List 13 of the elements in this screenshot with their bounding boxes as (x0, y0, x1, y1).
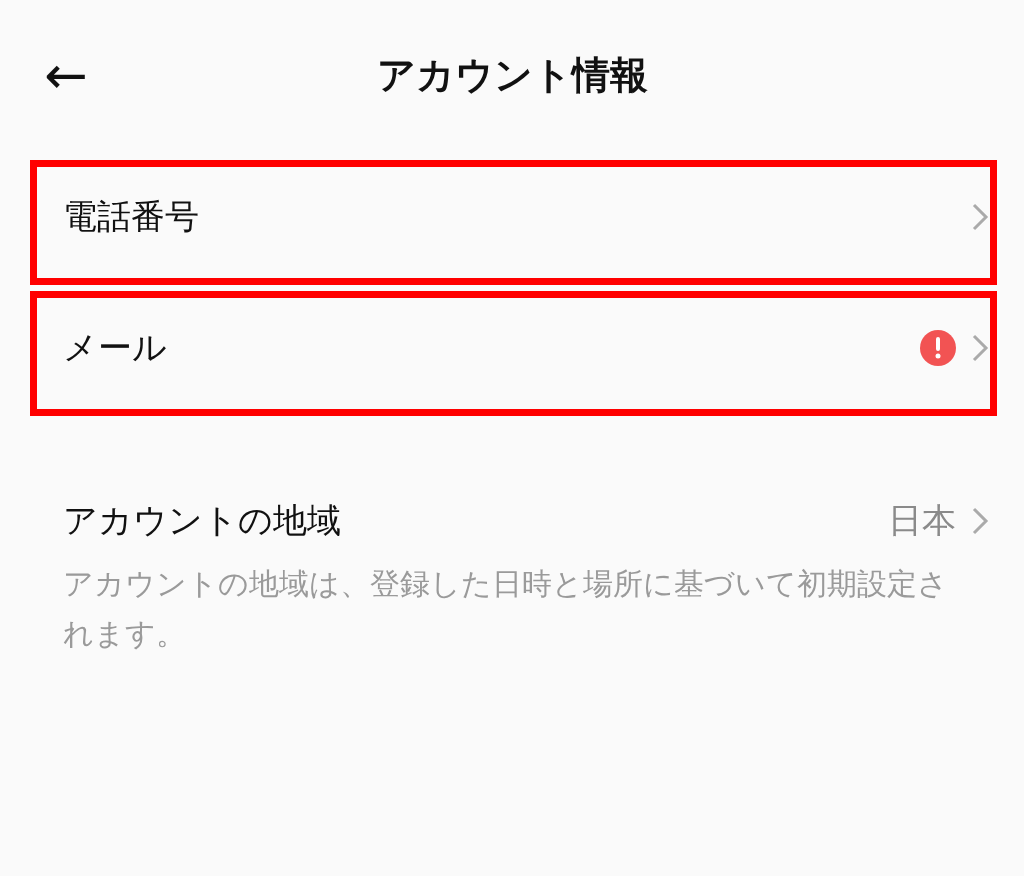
chevron-icon (970, 201, 990, 233)
row-label: アカウントの地域 (63, 499, 342, 542)
settings-row[interactable]: メール (30, 291, 997, 416)
chevron-icon (970, 505, 990, 537)
row-label: 電話番号 (63, 195, 200, 238)
settings-row[interactable]: アカウントの地域 日本 アカウントの地域は、登録した日時と場所に基づいて初期設定されます。 (30, 422, 997, 666)
row-value: 日本 (888, 499, 956, 542)
row-label: メール (63, 326, 168, 369)
chevron-icon (970, 332, 990, 364)
settings-row[interactable]: 電話番号 (30, 160, 997, 285)
back-button[interactable]: ← (40, 49, 92, 101)
page-title: アカウント情報 (376, 51, 648, 99)
row-description: アカウントの地域は、登録した日時と場所に基づいて初期設定されます。 (63, 565, 949, 653)
